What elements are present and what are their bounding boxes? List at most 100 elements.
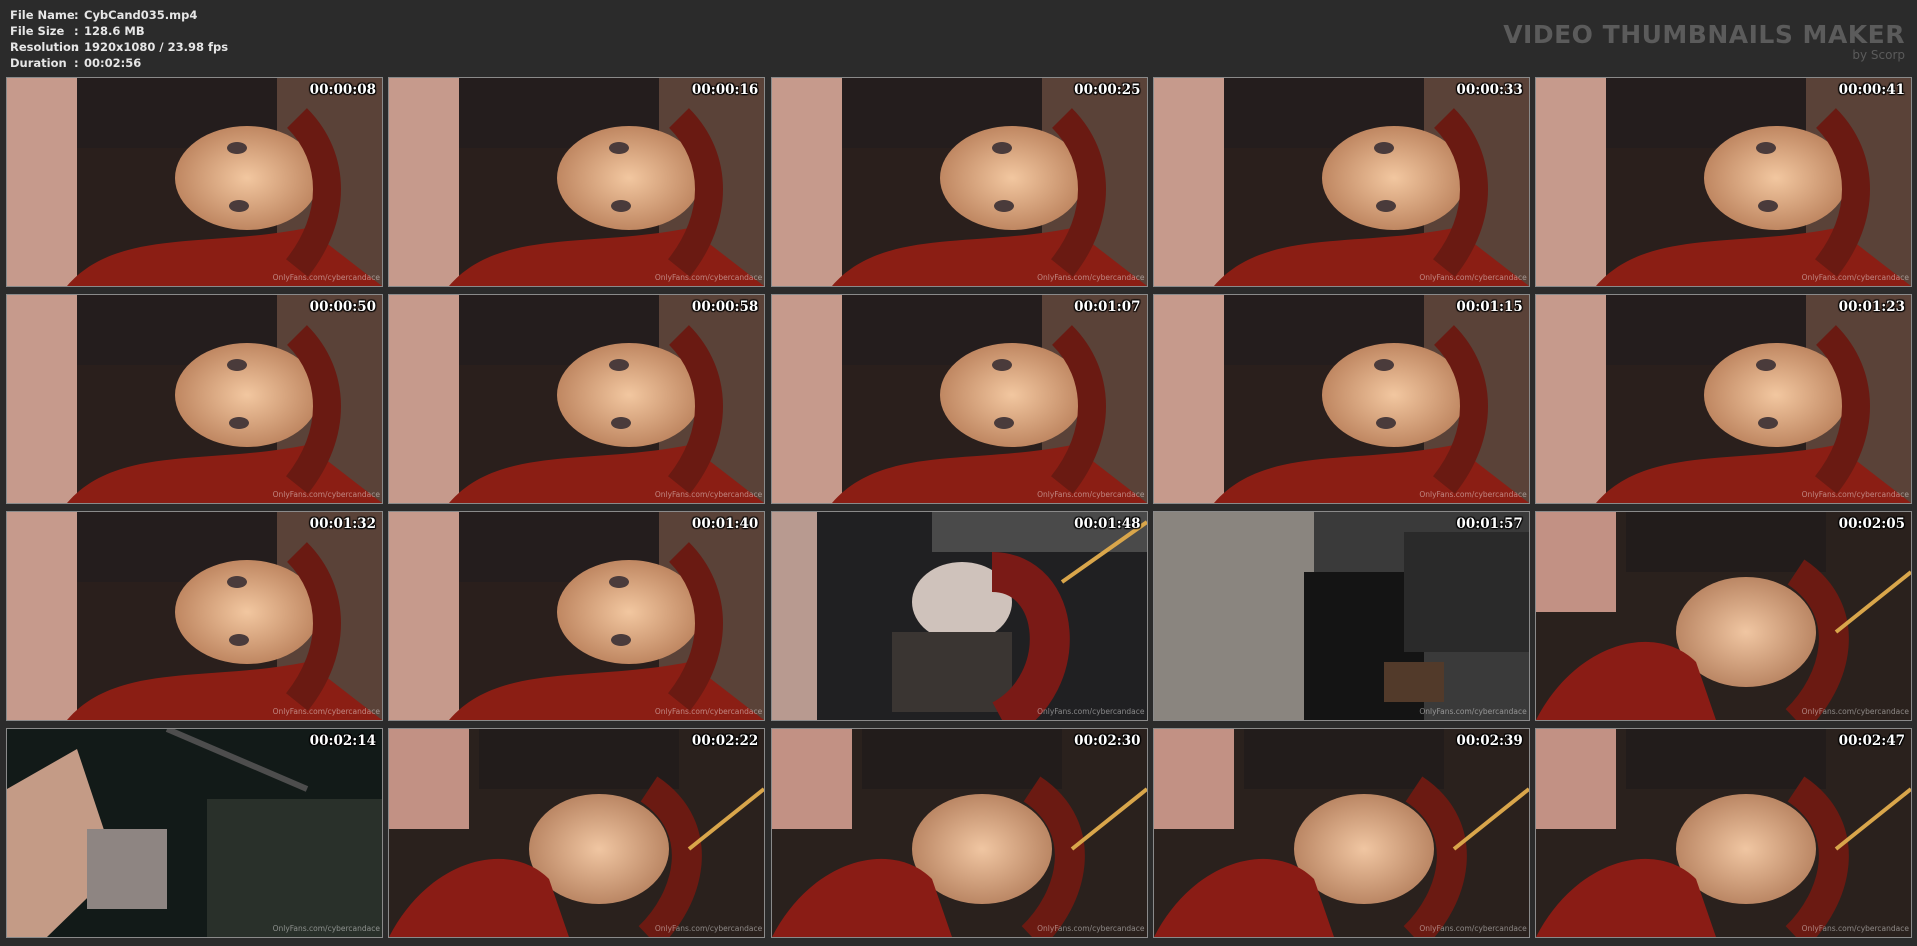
thumbnail[interactable]: 00:02:39 OnlyFans.com/cybercandace <box>1152 728 1530 938</box>
watermark: OnlyFans.com/cybercandace <box>272 273 380 282</box>
watermark: OnlyFans.com/cybercandace <box>1037 924 1145 933</box>
duration-row: Duration : 00:02:56 <box>10 55 228 71</box>
file-info: File Name : CybCand035.mp4 File Size : 1… <box>10 7 228 71</box>
file-name-label: File Name <box>10 8 75 22</box>
timestamp: 00:02:47 <box>1838 733 1905 749</box>
watermark: OnlyFans.com/cybercandace <box>1037 707 1145 716</box>
thumbnail[interactable]: 00:01:48 OnlyFans.com/cybercandace <box>770 511 1148 721</box>
video-frame-image <box>1536 78 1911 286</box>
separator: : <box>74 8 79 22</box>
file-name-row: File Name : CybCand035.mp4 <box>10 7 228 23</box>
timestamp: 00:01:23 <box>1838 299 1905 315</box>
timestamp: 00:02:39 <box>1456 733 1523 749</box>
resolution-value: 1920x1080 / 23.98 fps <box>84 40 229 54</box>
thumbnail[interactable]: 00:02:14 OnlyFans.com/cybercandace <box>6 728 383 938</box>
thumbnail[interactable]: 00:00:33 OnlyFans.com/cybercandace <box>1152 77 1530 287</box>
video-frame-image <box>771 295 1147 503</box>
timestamp: 00:00:58 <box>691 299 759 315</box>
timestamp: 00:02:22 <box>691 733 759 749</box>
video-frame-image <box>771 729 1147 937</box>
watermark: OnlyFans.com/cybercandace <box>1419 707 1527 716</box>
video-frame-image <box>7 295 382 503</box>
thumbnail[interactable]: 00:00:41 OnlyFans.com/cybercandace <box>1535 77 1912 287</box>
video-frame-image <box>7 729 382 937</box>
watermark: OnlyFans.com/cybercandace <box>1801 490 1909 499</box>
thumbnail[interactable]: 00:00:58 OnlyFans.com/cybercandace <box>388 294 766 504</box>
thumbnail[interactable]: 00:00:16 OnlyFans.com/cybercandace <box>388 77 766 287</box>
watermark: OnlyFans.com/cybercandace <box>654 924 763 933</box>
timestamp: 00:02:30 <box>1074 733 1141 749</box>
video-frame-image <box>7 78 382 286</box>
duration-label: Duration <box>10 56 67 70</box>
timestamp: 00:02:14 <box>309 733 376 749</box>
thumbnail[interactable]: 00:02:47 OnlyFans.com/cybercandace <box>1535 728 1912 938</box>
video-frame-image <box>389 512 765 720</box>
duration-value: 00:02:56 <box>84 56 142 70</box>
video-frame-image <box>1536 512 1911 720</box>
thumbnail[interactable]: 00:02:30 OnlyFans.com/cybercandace <box>770 728 1148 938</box>
resolution-label: Resolution <box>10 40 80 54</box>
brand-title: VIDEO THUMBNAILS MAKER <box>1503 20 1905 49</box>
brand-subtitle: by Scorp <box>1852 48 1905 62</box>
thumbnail[interactable]: 00:01:23 OnlyFans.com/cybercandace <box>1535 294 1912 504</box>
thumbnail[interactable]: 00:01:57 OnlyFans.com/cybercandace <box>1152 511 1530 721</box>
watermark: OnlyFans.com/cybercandace <box>1801 273 1909 282</box>
thumbnail[interactable]: 00:00:25 OnlyFans.com/cybercandace <box>770 77 1148 287</box>
timestamp: 00:01:48 <box>1074 516 1141 532</box>
brand-logo: VIDEO THUMBNAILS MAKER by Scorp <box>1503 20 1905 62</box>
thumbnail[interactable]: 00:01:40 OnlyFans.com/cybercandace <box>388 511 766 721</box>
timestamp: 00:01:57 <box>1456 516 1523 532</box>
file-size-row: File Size : 128.6 MB <box>10 23 228 39</box>
timestamp: 00:01:32 <box>309 516 376 532</box>
video-frame-image <box>771 512 1147 720</box>
watermark: OnlyFans.com/cybercandace <box>1801 924 1909 933</box>
file-name-value: CybCand035.mp4 <box>84 8 198 22</box>
watermark: OnlyFans.com/cybercandace <box>1419 924 1527 933</box>
thumbnail[interactable]: 00:00:08 OnlyFans.com/cybercandace <box>6 77 383 287</box>
video-frame-image <box>7 512 382 720</box>
video-frame-image <box>389 78 765 286</box>
timestamp: 00:00:50 <box>309 299 376 315</box>
watermark: OnlyFans.com/cybercandace <box>1419 490 1527 499</box>
timestamp: 00:00:08 <box>309 82 376 98</box>
timestamp: 00:00:41 <box>1838 82 1905 98</box>
file-size-label: File Size <box>10 24 65 38</box>
video-frame-image <box>389 729 765 937</box>
thumbnail[interactable]: 00:01:15 OnlyFans.com/cybercandace <box>1152 294 1530 504</box>
watermark: OnlyFans.com/cybercandace <box>1801 707 1909 716</box>
video-frame-image <box>1153 78 1529 286</box>
thumbnail[interactable]: 00:01:32 OnlyFans.com/cybercandace <box>6 511 383 721</box>
separator: : <box>74 56 79 70</box>
thumbnail[interactable]: 00:00:50 OnlyFans.com/cybercandace <box>6 294 383 504</box>
thumbnail[interactable]: 00:02:22 OnlyFans.com/cybercandace <box>388 728 766 938</box>
watermark: OnlyFans.com/cybercandace <box>654 490 763 499</box>
video-frame-image <box>1536 295 1911 503</box>
thumbnail-grid: 00:00:08 OnlyFans.com/cybercandace 00:00:1… <box>6 77 1912 941</box>
watermark: OnlyFans.com/cybercandace <box>272 707 380 716</box>
timestamp: 00:01:15 <box>1456 299 1523 315</box>
video-frame-image <box>1536 729 1911 937</box>
watermark: OnlyFans.com/cybercandace <box>272 490 380 499</box>
video-frame-image <box>1153 512 1529 720</box>
watermark: OnlyFans.com/cybercandace <box>1037 273 1145 282</box>
resolution-row: Resolution : 1920x1080 / 23.98 fps <box>10 39 228 55</box>
timestamp: 00:00:33 <box>1456 82 1523 98</box>
timestamp: 00:00:25 <box>1074 82 1141 98</box>
timestamp: 00:02:05 <box>1838 516 1905 532</box>
thumbnail[interactable]: 00:01:07 OnlyFans.com/cybercandace <box>770 294 1148 504</box>
video-frame-image <box>1153 729 1529 937</box>
timestamp: 00:01:40 <box>691 516 759 532</box>
header: File Name : CybCand035.mp4 File Size : 1… <box>0 0 1917 76</box>
video-frame-image <box>389 295 765 503</box>
timestamp: 00:01:07 <box>1074 299 1141 315</box>
video-frame-image <box>1153 295 1529 503</box>
separator: : <box>74 24 79 38</box>
separator: : <box>74 40 79 54</box>
watermark: OnlyFans.com/cybercandace <box>272 924 380 933</box>
watermark: OnlyFans.com/cybercandace <box>654 707 763 716</box>
video-frame-image <box>771 78 1147 286</box>
file-size-value: 128.6 MB <box>84 24 145 38</box>
thumbnail[interactable]: 00:02:05 OnlyFans.com/cybercandace <box>1535 511 1912 721</box>
watermark: OnlyFans.com/cybercandace <box>654 273 763 282</box>
watermark: OnlyFans.com/cybercandace <box>1419 273 1527 282</box>
